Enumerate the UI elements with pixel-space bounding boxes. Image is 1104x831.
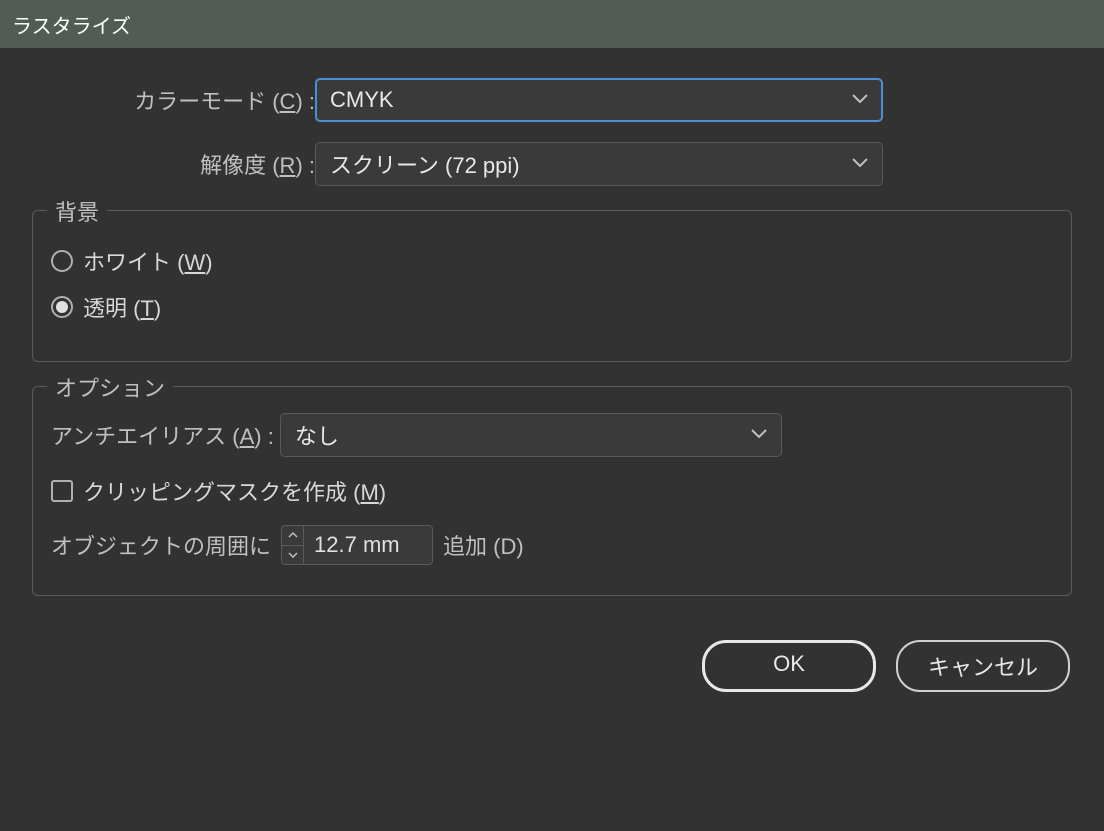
clipmask-label: クリッピングマスクを作成 (M) — [83, 475, 386, 507]
background-white-label: ホワイト (W) — [83, 245, 213, 277]
antialias-value: なし — [295, 419, 339, 451]
spinner-buttons — [281, 525, 303, 565]
color-mode-row: カラーモード (C) : CMYK — [30, 78, 1074, 122]
spinner-up-button[interactable] — [282, 526, 303, 546]
options-fieldset: オプション アンチエイリアス (A) : なし クリッピングマスクを作成 (M)… — [32, 386, 1072, 596]
cancel-button[interactable]: キャンセル — [896, 640, 1070, 692]
background-transparent-label: 透明 (T) — [83, 291, 161, 323]
background-fieldset: 背景 ホワイト (W) 透明 (T) — [32, 210, 1072, 362]
add-around-spinner — [281, 525, 433, 565]
spinner-down-button[interactable] — [282, 546, 303, 565]
resolution-label: 解像度 (R) : — [30, 148, 315, 180]
add-around-post-label: 追加 (D) — [443, 529, 524, 561]
background-white-radio[interactable]: ホワイト (W) — [51, 245, 1053, 277]
background-legend: 背景 — [47, 195, 107, 227]
dialog-title: ラスタライズ — [12, 10, 131, 39]
chevron-down-icon — [751, 426, 767, 444]
radio-icon-selected — [51, 296, 73, 318]
antialias-label: アンチエイリアス (A) : — [51, 419, 274, 451]
dialog-button-row: OK キャンセル — [30, 620, 1074, 692]
resolution-row: 解像度 (R) : スクリーン (72 ppi) — [30, 142, 1074, 186]
add-around-row: オブジェクトの周囲に 追加 (D) — [51, 525, 1053, 565]
resolution-value: スクリーン (72 ppi) — [330, 148, 520, 180]
antialias-row: アンチエイリアス (A) : なし — [51, 413, 1053, 457]
add-around-pre-label: オブジェクトの周囲に — [51, 529, 271, 561]
clipmask-checkbox[interactable]: クリッピングマスクを作成 (M) — [51, 475, 1053, 507]
ok-button[interactable]: OK — [702, 640, 876, 692]
resolution-select[interactable]: スクリーン (72 ppi) — [315, 142, 883, 186]
color-mode-label: カラーモード (C) : — [30, 84, 315, 116]
checkbox-icon — [51, 480, 73, 502]
add-around-input[interactable] — [303, 525, 433, 565]
color-mode-value: CMYK — [330, 87, 394, 113]
dialog-titlebar: ラスタライズ — [0, 0, 1104, 48]
background-transparent-radio[interactable]: 透明 (T) — [51, 291, 1053, 323]
antialias-select[interactable]: なし — [280, 413, 782, 457]
color-mode-select[interactable]: CMYK — [315, 78, 883, 122]
chevron-down-icon — [852, 91, 868, 109]
radio-icon — [51, 250, 73, 272]
dialog-content: カラーモード (C) : CMYK 解像度 (R) : スクリーン (72 pp… — [0, 48, 1104, 712]
chevron-down-icon — [852, 155, 868, 173]
options-legend: オプション — [47, 371, 173, 403]
